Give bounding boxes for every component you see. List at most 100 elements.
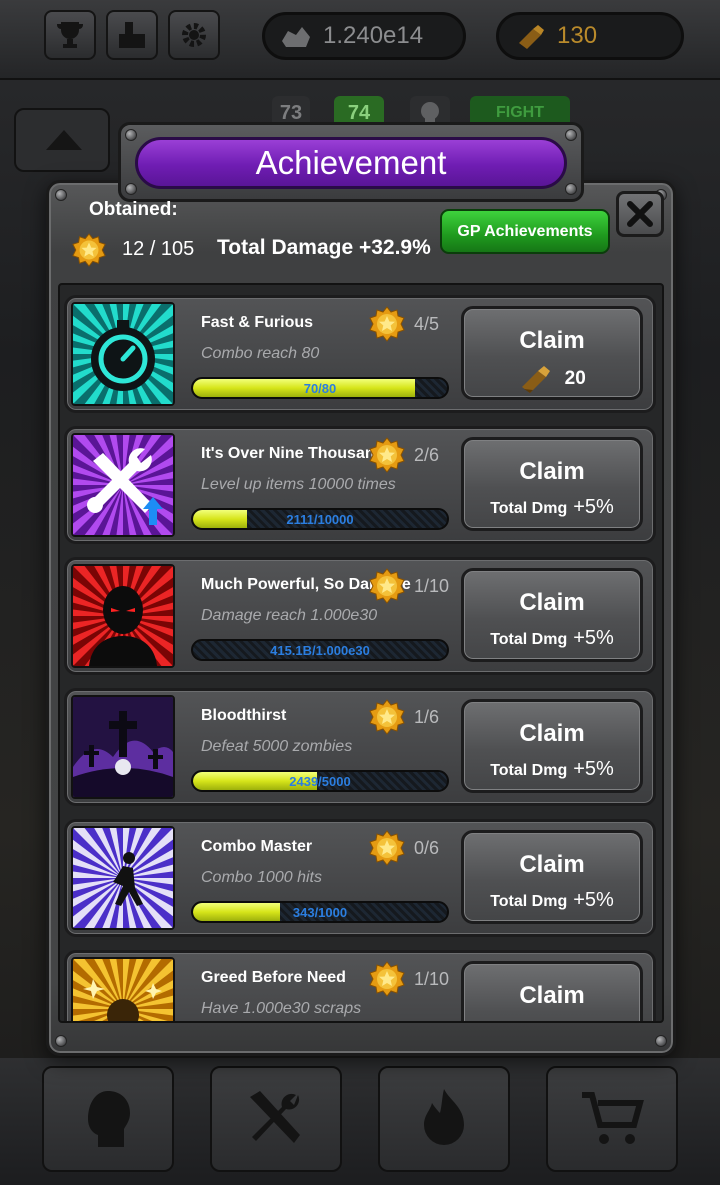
back-panel[interactable] <box>14 108 110 172</box>
star-badge-icon <box>369 699 405 735</box>
reward-percent: +5% <box>573 758 614 780</box>
rivet <box>655 1035 667 1047</box>
achievement-card: Much Powerful, So Damage 1/10 Damage rea… <box>64 557 656 675</box>
achievement-count: 12 / 105 <box>122 238 195 260</box>
achievement-tier: 1/10 <box>414 969 450 989</box>
reward-label: Total Dmg <box>490 631 568 648</box>
star-badge-icon <box>369 568 405 604</box>
cart-icon <box>582 1092 644 1144</box>
reward-amount: 20 <box>564 368 586 390</box>
achievement-tier: 0/6 <box>414 838 440 858</box>
close-button[interactable] <box>616 191 664 237</box>
achievement-thumbnail <box>71 957 175 1021</box>
achievement-thumbnail <box>71 302 175 406</box>
progress-bar: 2439/5000 <box>191 770 449 792</box>
achievement-thumbnail <box>71 564 175 668</box>
hero-icon <box>88 1091 130 1147</box>
progress-text: 2439/5000 <box>289 774 351 789</box>
achievement-thumbnail <box>71 695 175 799</box>
top-bar: 1.240e14 130 <box>0 0 720 80</box>
stopwatch-icon <box>73 304 173 404</box>
progress-text: 2111/10000 <box>286 512 354 527</box>
nav-shop[interactable] <box>546 1066 678 1172</box>
achievement-card: Greed Before Need 1/10 Have 1.000e30 scr… <box>64 950 656 1021</box>
claim-button[interactable]: Claim <box>461 961 643 1021</box>
claim-label: Claim <box>519 851 585 878</box>
gold-counter: 130 <box>496 12 684 60</box>
star-badge-icon <box>369 437 405 473</box>
progress-text: 343/1000 <box>292 905 348 920</box>
claim-button[interactable]: Claim Total Dmg +5% <box>461 830 643 924</box>
blocks-button[interactable] <box>106 10 158 60</box>
trophy-icon <box>57 22 83 48</box>
settings-button[interactable] <box>168 10 220 60</box>
bolt-currency-icon <box>519 25 544 49</box>
scraps-icon <box>282 27 310 47</box>
scrap-pile-icon <box>73 959 173 1021</box>
progress-text: 415.1B/1.000e30 <box>270 643 370 658</box>
achievement-name: Bloodthirst <box>201 707 287 724</box>
gold-value: 130 <box>557 22 598 49</box>
achievement-name: Greed Before Need <box>201 969 346 986</box>
achievement-card: Combo Master 0/6 Combo 1000 hits 343/100… <box>64 819 656 937</box>
gp-achievements-button[interactable]: GP Achievements <box>440 209 610 254</box>
rivet <box>565 129 577 141</box>
claim-reward: Total Dmg +5% <box>464 758 640 781</box>
achievement-name: Combo Master <box>201 838 313 855</box>
achievement-thumbnail <box>71 433 175 537</box>
total-damage: Total Damage +32.9% <box>217 236 431 259</box>
claim-label: Claim <box>519 589 585 616</box>
achievement-description: Level up items 10000 times <box>201 476 396 493</box>
reward-percent: +5% <box>573 627 614 649</box>
progress-bar: 415.1B/1.000e30 <box>191 639 449 661</box>
progress-text: 70/80 <box>303 381 337 396</box>
reward-label: Total Dmg <box>490 893 568 910</box>
reward-label: Total Dmg <box>490 762 568 779</box>
reward-percent: +5% <box>573 889 614 911</box>
angry-silhouette-icon <box>73 566 173 666</box>
achievement-tier: 1/10 <box>414 576 450 596</box>
claim-button[interactable]: Claim Total Dmg +5% <box>461 699 643 793</box>
claim-reward: Total Dmg +5% <box>464 627 640 650</box>
bolt-currency-icon <box>522 366 551 393</box>
claim-button[interactable]: Claim Total Dmg +5% <box>461 437 643 531</box>
claim-label: Claim <box>519 327 585 354</box>
star-badge-icon <box>369 306 405 342</box>
achievement-tier: 1/6 <box>414 707 440 727</box>
claim-reward: 20 <box>464 365 640 395</box>
gear-icon <box>182 23 206 47</box>
star-badge-icon <box>369 961 405 997</box>
achievement-name: Fast & Furious <box>201 314 314 331</box>
nav-tools[interactable] <box>210 1066 342 1172</box>
claim-reward: Total Dmg +5% <box>464 496 640 519</box>
achievement-name: It's Over Nine Thousand! <box>201 445 390 462</box>
claim-reward: Total Dmg +5% <box>464 889 640 912</box>
achievement-description: Damage reach 1.000e30 <box>201 607 378 624</box>
claim-label: Claim <box>519 720 585 747</box>
claim-button[interactable]: Claim Total Dmg +5% <box>461 568 643 662</box>
dancer-icon <box>73 828 173 928</box>
reward-label: Total Dmg <box>490 500 568 517</box>
blocks-icon <box>119 22 145 48</box>
tools-icon <box>250 1091 300 1143</box>
rivet <box>565 183 577 195</box>
star-badge-icon <box>369 830 405 866</box>
claim-label: Claim <box>519 458 585 485</box>
achievement-thumbnail <box>71 826 175 930</box>
achievement-list[interactable]: Fast & Furious 4/5 Combo reach 80 70/80 … <box>58 283 664 1023</box>
achievement-description: Combo reach 80 <box>201 345 320 362</box>
rivet <box>125 129 137 141</box>
triangle-up-icon <box>46 130 82 150</box>
achievement-tier: 4/5 <box>414 314 440 334</box>
nav-hero[interactable] <box>42 1066 174 1172</box>
trophy-button[interactable] <box>44 10 96 60</box>
claim-button[interactable]: Claim 20 <box>461 306 643 400</box>
nav-fire[interactable] <box>378 1066 510 1172</box>
progress-bar: 2111/10000 <box>191 508 449 530</box>
obtained-label: Obtained: <box>89 199 178 220</box>
achievement-card: Fast & Furious 4/5 Combo reach 80 70/80 … <box>64 295 656 413</box>
rivet <box>55 1035 67 1047</box>
scraps-value: 1.240e14 <box>323 22 424 49</box>
achievement-description: Combo 1000 hits <box>201 869 322 886</box>
tools-upgrade-icon <box>73 435 173 535</box>
